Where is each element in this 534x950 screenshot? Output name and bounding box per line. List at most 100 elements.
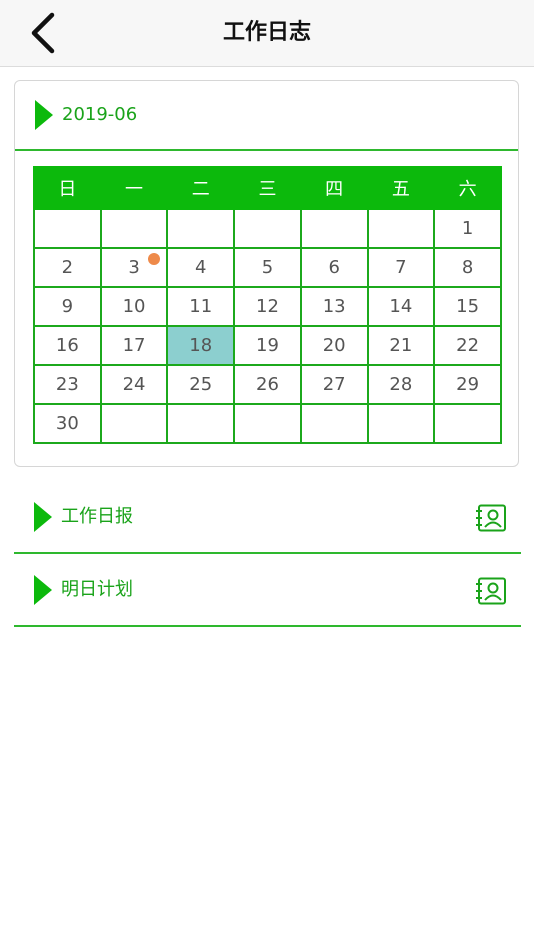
calendar-day[interactable]: 9 xyxy=(33,286,102,327)
calendar-day-number: 3 xyxy=(128,257,140,278)
weekday-label: 一 xyxy=(99,166,169,210)
calendar-day-number: 12 xyxy=(256,296,279,317)
month-label: 2019-06 xyxy=(62,104,138,125)
calendar-empty-cell xyxy=(299,208,369,249)
calendar-day-number: 22 xyxy=(456,335,480,356)
calendar-day[interactable]: 19 xyxy=(233,325,302,366)
calendar-empty-cell xyxy=(299,403,369,444)
page-title: 工作日志 xyxy=(222,20,311,45)
calendar-day[interactable]: 29 xyxy=(433,364,502,405)
calendar-day[interactable]: 28 xyxy=(366,364,436,405)
weekday-header-row: 日一二三四五六 xyxy=(33,166,502,210)
weekday-label: 二 xyxy=(166,166,236,210)
calendar-day[interactable]: 4 xyxy=(166,247,236,288)
calendar-day-number: 25 xyxy=(189,374,213,395)
calendar-day-number: 20 xyxy=(322,335,346,356)
calendar-day-number: 19 xyxy=(256,335,279,356)
calendar-day[interactable]: 5 xyxy=(233,247,302,288)
calendar-day-number: 4 xyxy=(195,257,207,278)
calendar-day[interactable]: 13 xyxy=(299,286,369,327)
calendar-day-number: 13 xyxy=(322,296,346,317)
calendar-day[interactable]: 18 xyxy=(166,325,236,366)
calendar-day[interactable]: 20 xyxy=(299,325,369,366)
contact-card-icon[interactable] xyxy=(475,504,507,532)
calendar-day-number: 16 xyxy=(55,335,79,356)
calendar-day[interactable]: 15 xyxy=(433,286,502,327)
calendar-empty-cell xyxy=(366,403,436,444)
calendar-day[interactable]: 14 xyxy=(366,286,436,327)
weekday-label: 四 xyxy=(299,166,369,210)
calendar-day-number: 23 xyxy=(55,374,79,395)
weekday-label: 五 xyxy=(366,166,436,210)
month-header[interactable]: 2019-06 xyxy=(15,81,518,149)
calendar-day-number: 30 xyxy=(55,413,79,434)
calendar-empty-cell xyxy=(366,208,436,249)
calendar-day-number: 6 xyxy=(328,257,340,278)
calendar-week-row: 9 10 11 12 13 14 15 xyxy=(33,286,502,327)
calendar-day[interactable]: 16 xyxy=(33,325,102,366)
section-tomorrow-plan[interactable]: 明日计划 xyxy=(14,555,521,627)
calendar-day[interactable]: 2 xyxy=(33,247,102,288)
calendar-empty-cell xyxy=(233,208,302,249)
calendar-day-number: 9 xyxy=(61,296,74,317)
calendar-day-number: 17 xyxy=(122,335,146,356)
calendar-day-number: 8 xyxy=(461,257,474,278)
calendar-card: 2019-06 日一二三四五六 1 2 3 4 5 6 7 8 9 10 11 12 13 14 15 16 1… xyxy=(14,80,519,467)
calendar-empty-cell xyxy=(33,208,102,249)
calendar-day[interactable]: 22 xyxy=(433,325,502,366)
calendar-day-number: 2 xyxy=(61,257,74,278)
section-label: 明日计划 xyxy=(61,579,133,600)
calendar-week-row: 30 xyxy=(33,403,502,444)
calendar-day-number: 14 xyxy=(389,296,413,317)
calendar-day[interactable]: 3 xyxy=(99,247,169,288)
calendar-day[interactable]: 1 xyxy=(433,208,502,249)
divider xyxy=(15,149,518,151)
calendar-day[interactable]: 17 xyxy=(99,325,169,366)
calendar-day[interactable]: 10 xyxy=(99,286,169,327)
section-label: 工作日报 xyxy=(61,506,133,527)
calendar-day[interactable]: 12 xyxy=(233,286,302,327)
calendar-day[interactable]: 27 xyxy=(299,364,369,405)
calendar-week-row: 23 24 25 26 27 28 29 xyxy=(33,364,502,405)
event-dot-icon xyxy=(148,253,161,265)
calendar-day-number: 11 xyxy=(189,296,213,317)
section-work-daily-report[interactable]: 工作日报 xyxy=(14,482,521,554)
calendar-grid: 日一二三四五六 1 2 3 4 5 6 7 8 9 10 11 12 13 14 15 16 17 18 19 20 2… xyxy=(33,166,502,444)
calendar-day-number: 18 xyxy=(189,335,213,356)
calendar-empty-cell xyxy=(433,403,502,444)
calendar-day-number: 1 xyxy=(461,218,474,239)
calendar-day[interactable]: 25 xyxy=(166,364,236,405)
triangle-right-icon xyxy=(34,575,52,605)
calendar-week-row: 2 3 4 5 6 7 8 xyxy=(33,247,502,288)
calendar-day[interactable]: 7 xyxy=(366,247,436,288)
calendar-empty-cell xyxy=(233,403,302,444)
calendar-day-number: 24 xyxy=(122,374,146,395)
calendar-day[interactable]: 6 xyxy=(299,247,369,288)
calendar-day-number: 27 xyxy=(322,374,346,395)
calendar-day-number: 10 xyxy=(122,296,146,317)
calendar-day[interactable]: 23 xyxy=(33,364,102,405)
contact-card-icon[interactable] xyxy=(475,577,507,605)
weekday-label: 日 xyxy=(33,166,102,210)
calendar-empty-cell xyxy=(166,208,236,249)
calendar-day[interactable]: 11 xyxy=(166,286,236,327)
calendar-day[interactable]: 26 xyxy=(233,364,302,405)
calendar-day-number: 28 xyxy=(389,374,413,395)
calendar-day[interactable]: 8 xyxy=(433,247,502,288)
calendar-day-number: 7 xyxy=(395,257,407,278)
calendar-week-row: 1 xyxy=(33,208,502,249)
calendar-day[interactable]: 30 xyxy=(33,403,102,444)
calendar-day-number: 5 xyxy=(261,257,274,278)
triangle-right-icon xyxy=(35,100,53,130)
calendar-day-number: 15 xyxy=(456,296,480,317)
calendar-empty-cell xyxy=(166,403,236,444)
calendar-day-number: 26 xyxy=(256,374,279,395)
calendar-day-number: 21 xyxy=(389,335,413,356)
calendar-day[interactable]: 21 xyxy=(366,325,436,366)
calendar-week-row: 16 17 18 19 20 21 22 xyxy=(33,325,502,366)
weekday-label: 三 xyxy=(233,166,302,210)
calendar-day[interactable]: 24 xyxy=(99,364,169,405)
navbar: 工作日志 xyxy=(0,0,534,67)
calendar-day-number: 29 xyxy=(456,374,480,395)
triangle-right-icon xyxy=(34,502,52,532)
